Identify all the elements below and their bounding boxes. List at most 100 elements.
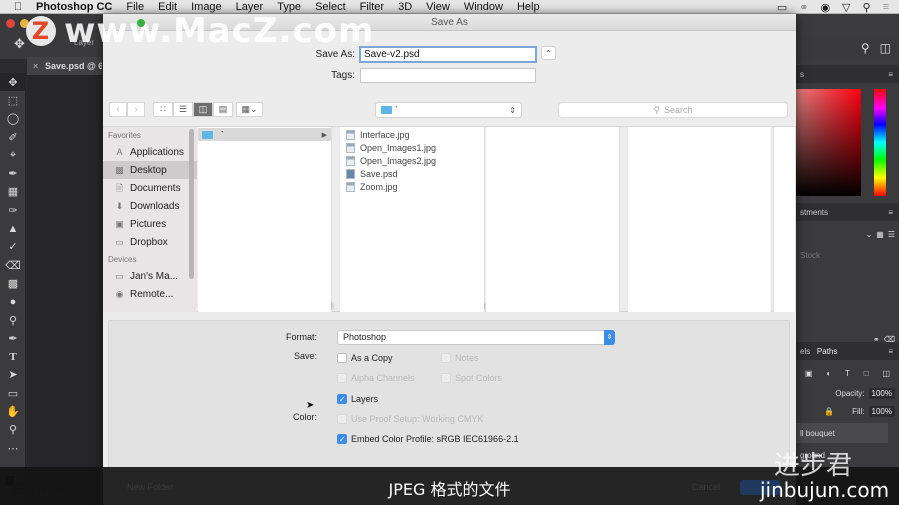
sidebar-item-macbook[interactable]: ▭ Jan's Ma... [103, 267, 197, 285]
hand-tool[interactable]: ✋ [0, 402, 26, 420]
close-tab-icon[interactable]: × [33, 61, 38, 71]
eyedropper-tool[interactable]: ✒ [0, 164, 26, 182]
use-proof-setup-checkbox[interactable]: Use Proof Setup: Working CMYK [337, 414, 483, 424]
back-button[interactable]: ‹ [109, 102, 127, 117]
lock-icon[interactable]: 🔒 [824, 407, 834, 416]
panel-menu-icon[interactable]: ≡ [888, 347, 893, 356]
paths-tab[interactable]: Paths [817, 347, 837, 356]
chevron-down-icon[interactable]: ⌄ [866, 230, 873, 239]
search-field[interactable]: ⚲ Search [558, 102, 788, 118]
dodge-tool[interactable]: ⚲ [0, 311, 26, 329]
brush-tool[interactable]: ✑ [0, 201, 26, 219]
wifi-icon[interactable]: ▽ [842, 1, 850, 14]
embed-color-profile-checkbox[interactable]: ✓ Embed Color Profile: sRGB IEC61966-2.1 [337, 434, 519, 444]
menu-window[interactable]: Window [464, 1, 503, 13]
list-item[interactable]: Open_Images2.jpg [340, 154, 484, 167]
close-window-button[interactable] [6, 19, 15, 28]
grid-view-icon[interactable]: ▦ [876, 230, 884, 239]
menu-help[interactable]: Help [517, 1, 540, 13]
channels-tab[interactable]: els [800, 347, 810, 356]
filename-input[interactable]: Save-v2.psd [359, 46, 537, 63]
format-select[interactable]: Photoshop ⇕ [337, 330, 615, 345]
fill-field[interactable]: 100% [868, 405, 895, 417]
sidebar-item-desktop[interactable]: ▩ Desktop [103, 161, 197, 179]
folder-icon: ▭ [115, 236, 124, 247]
hue-slider[interactable] [874, 89, 886, 196]
tags-input[interactable] [360, 68, 536, 83]
creative-cloud-icon[interactable]: ⚭ [799, 1, 808, 14]
crop-tool[interactable]: ⌖ [0, 146, 26, 164]
list-item[interactable]: ` ▶ [198, 128, 331, 141]
quick-select-tool[interactable]: ✐ [0, 128, 26, 146]
type-filter-icon[interactable]: T [845, 369, 850, 378]
more-tools-icon[interactable]: ⋯ [0, 439, 26, 457]
history-brush-tool[interactable]: ✓ [0, 238, 26, 256]
alpha-channels-checkbox[interactable]: Alpha Channels [337, 373, 415, 383]
notes-checkbox[interactable]: Notes [441, 353, 479, 363]
search-icon[interactable]: ⚲ [861, 41, 870, 55]
column-resize-handle[interactable]: || [330, 303, 334, 310]
opacity-field[interactable]: 100% [868, 387, 895, 399]
eraser-tool[interactable]: ⌫ [0, 256, 26, 274]
display-icon[interactable]: ▭ [777, 1, 787, 14]
icon-view-button[interactable]: ∷ [153, 102, 173, 117]
cancel-button[interactable]: Cancel [692, 482, 720, 492]
list-item[interactable]: Interface.jpg [340, 128, 484, 141]
rectangle-tool[interactable]: ▭ [0, 384, 26, 402]
zoom-tool[interactable]: ⚲ [0, 421, 26, 439]
move-tool-icon[interactable]: ✥ [14, 36, 25, 52]
sidebar-item-remote-disc[interactable]: ◉ Remote... [103, 285, 197, 303]
color-tab[interactable]: s [800, 70, 804, 79]
stamp-tool[interactable]: ▲ [0, 219, 26, 237]
adjustment-filter-icon[interactable]: ◐ [826, 369, 831, 378]
screen-record-icon[interactable]: ◉ [820, 1, 830, 14]
location-popup[interactable]: ` ⇕ [375, 102, 522, 118]
move-tool[interactable]: ✥ [0, 73, 26, 92]
zoom-window-button[interactable] [137, 19, 145, 27]
notification-list-icon[interactable]: ≡ [883, 1, 889, 13]
panel-menu-icon[interactable]: ≡ [888, 208, 893, 217]
lasso-tool[interactable]: ◯ [0, 110, 26, 128]
menu-view[interactable]: View [426, 1, 450, 13]
layer-row[interactable]: ll bouquet [796, 423, 888, 443]
image-filter-icon[interactable]: ▣ [805, 369, 813, 378]
smart-object-filter-icon[interactable]: ◫ [883, 369, 891, 378]
blur-tool[interactable]: ● [0, 293, 26, 311]
sidebar-item-applications[interactable]: A Applications [103, 143, 197, 161]
list-item[interactable]: Save.psd [340, 167, 484, 180]
column-view-button[interactable]: ◫ [193, 102, 213, 117]
marquee-tool[interactable]: ⬚ [0, 91, 26, 109]
shape-filter-icon[interactable]: □ [864, 369, 869, 378]
list-item[interactable]: Open_Images1.jpg [340, 141, 484, 154]
healing-tool[interactable]: ▦ [0, 183, 26, 201]
menu-3d[interactable]: 3D [398, 1, 412, 13]
sidebar-item-pictures[interactable]: ▣ Pictures [103, 215, 197, 233]
pen-tool[interactable]: ✒ [0, 329, 26, 347]
arrange-button[interactable]: ▦⌄ [236, 102, 263, 117]
sidebar-item-downloads[interactable]: ⬇ Downloads [103, 197, 197, 215]
color-picker-field[interactable] [796, 89, 861, 196]
as-a-copy-checkbox[interactable]: As a Copy [337, 353, 393, 363]
type-tool[interactable]: T [0, 347, 26, 365]
collapse-button[interactable]: ⌃ [541, 46, 556, 60]
sidebar-scrollbar[interactable] [189, 129, 194, 279]
coverflow-view-button[interactable]: ▤ [213, 102, 233, 117]
spotlight-search-icon[interactable]: ⚲ [863, 1, 871, 14]
path-select-tool[interactable]: ➤ [0, 366, 26, 384]
gradient-tool[interactable]: ▩ [0, 274, 26, 292]
workspace-icon[interactable]: ◫ [880, 41, 891, 55]
document-tab[interactable]: × Save.psd @ 66 [27, 57, 102, 75]
layers-checkbox[interactable]: ✓ Layers [337, 394, 378, 404]
sidebar-item-documents[interactable]: 🗎 Documents [103, 179, 197, 197]
canvas-area[interactable] [27, 75, 102, 505]
preset-select[interactable]: Stock [796, 246, 899, 264]
list-view-button[interactable]: ☰ [173, 102, 193, 117]
spot-colors-checkbox[interactable]: Spot Colors [441, 373, 502, 383]
adjustments-tab[interactable]: stments [800, 208, 828, 217]
sidebar-item-dropbox[interactable]: ▭ Dropbox [103, 233, 197, 251]
list-item[interactable]: Zoom.jpg [340, 180, 484, 193]
panel-menu-icon[interactable]: ≡ [888, 70, 893, 79]
list-view-icon[interactable]: ☰ [888, 230, 895, 239]
apple-menu-icon[interactable]:  [6, 1, 30, 13]
forward-button[interactable]: › [127, 102, 145, 117]
